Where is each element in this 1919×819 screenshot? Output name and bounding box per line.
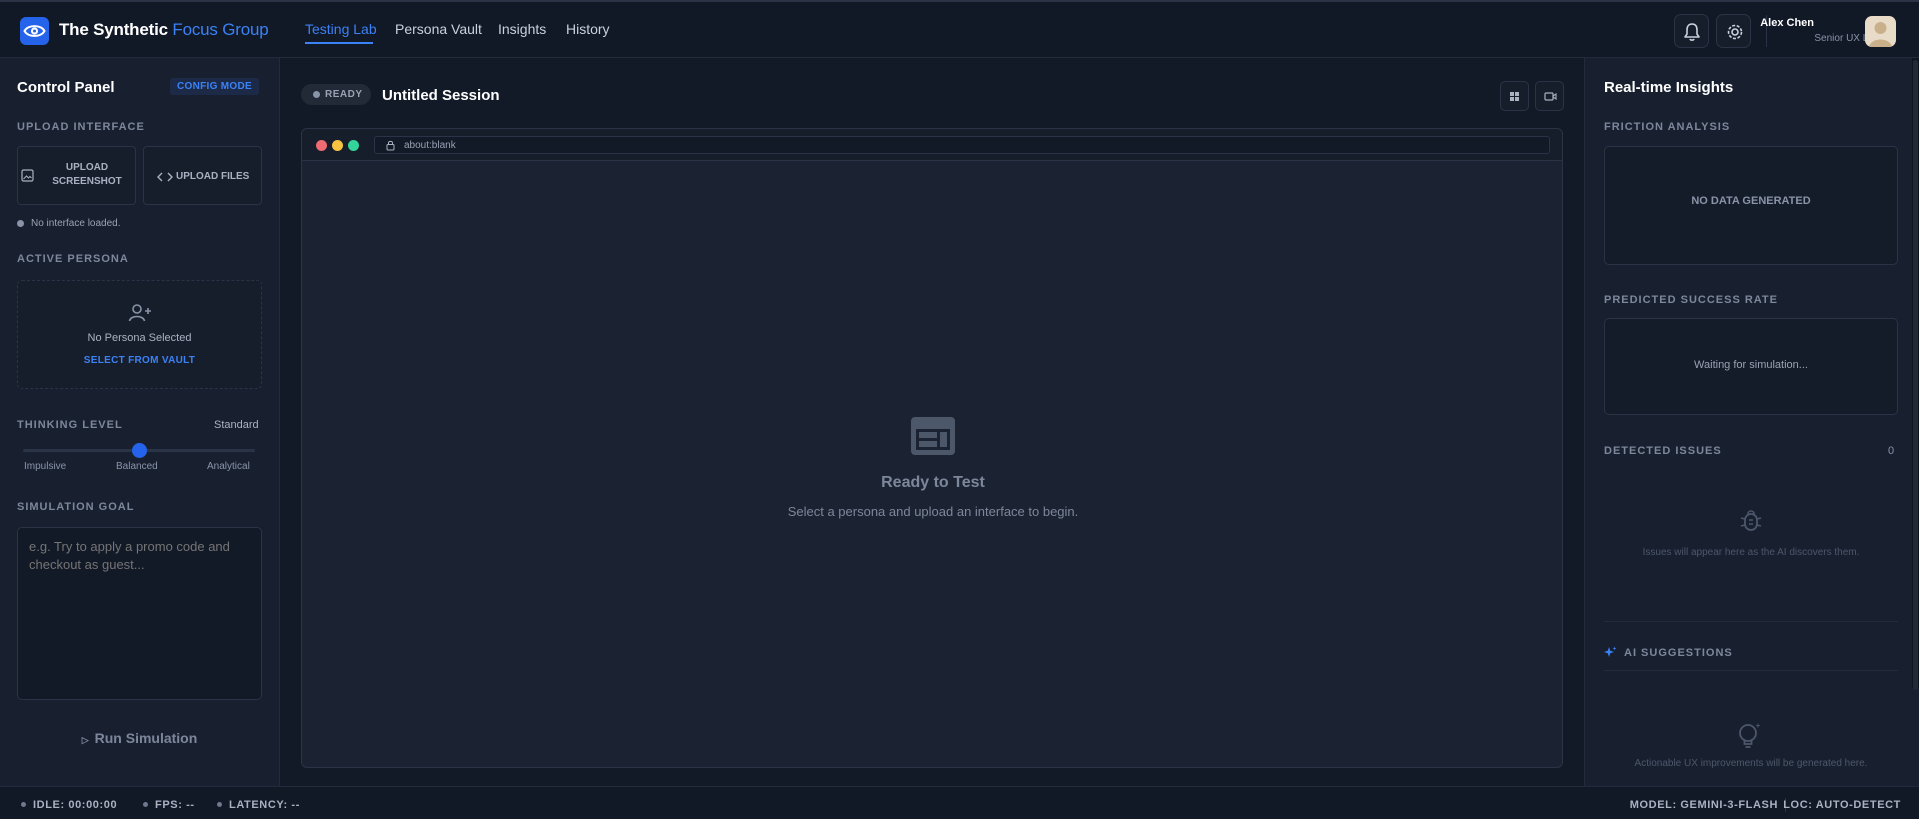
control-panel: Control Panel CONFIG MODE UPLOAD INTERFA…	[0, 58, 280, 786]
lock-icon	[386, 140, 395, 151]
ai-suggestions-label: AI SUGGESTIONS	[1624, 647, 1733, 659]
select-from-vault-link[interactable]: SELECT FROM VAULT	[18, 355, 261, 366]
video-icon	[1544, 92, 1557, 101]
app-title: The Synthetic Focus Group	[59, 20, 269, 40]
upload-files-button[interactable]: UPLOAD FILES	[143, 146, 262, 205]
url-bar[interactable]: about:blank	[374, 136, 1550, 154]
issues-count: 0	[1888, 445, 1895, 457]
upload-status-text: No interface loaded.	[31, 218, 121, 229]
thinking-option-balanced: Balanced	[116, 461, 158, 472]
status-dot	[21, 802, 26, 807]
tab-testing-lab[interactable]: Testing Lab	[305, 21, 377, 37]
tab-insights[interactable]: Insights	[498, 21, 546, 37]
app-title-accent: Focus Group	[172, 20, 269, 39]
friction-analysis-card: NO DATA GENERATED	[1604, 146, 1898, 265]
image-icon	[21, 169, 34, 182]
status-dot	[143, 802, 148, 807]
url-text: about:blank	[404, 140, 456, 151]
minimize-window-dot	[332, 140, 343, 151]
success-empty-text: Waiting for simulation...	[1694, 359, 1808, 371]
detected-issues-label: DETECTED ISSUES	[1604, 445, 1722, 457]
empty-state-title: Ready to Test	[881, 474, 985, 491]
empty-state-subtitle: Select a persona and upload an interface…	[787, 504, 1079, 519]
upload-screenshot-label: UPLOAD SCREENSHOT	[52, 162, 122, 187]
issues-empty-text: Issues will appear here as the AI discov…	[1642, 547, 1860, 558]
fps-readout: FPS: --	[155, 799, 195, 811]
status-badge: READY	[301, 84, 371, 105]
session-title[interactable]: Untitled Session	[382, 87, 500, 104]
success-rate-label: PREDICTED SUCCESS RATE	[1604, 294, 1778, 306]
record-button[interactable]	[1535, 81, 1564, 111]
thinking-level-label: THINKING LEVEL	[17, 419, 123, 431]
browser-toolbar: about:blank	[302, 129, 1562, 161]
config-mode-badge: CONFIG MODE	[170, 78, 259, 95]
run-simulation-button[interactable]: ▷ Run Simulation	[17, 722, 262, 754]
upload-files-label: UPLOAD FILES	[176, 171, 250, 182]
upload-screenshot-button[interactable]: UPLOAD SCREENSHOT	[17, 146, 136, 205]
latency-readout: LATENCY: --	[229, 799, 300, 811]
top-bar: The Synthetic Focus Group Testing Lab Pe…	[0, 0, 1919, 58]
tab-persona-vault[interactable]: Persona Vault	[395, 21, 482, 37]
persona-card: No Persona Selected SELECT FROM VAULT	[17, 280, 262, 389]
app-title-main: The Synthetic	[59, 20, 168, 39]
idle-timer: IDLE: 00:00:00	[33, 799, 118, 811]
persona-status-text: No Persona Selected	[87, 332, 192, 344]
friction-empty-text: NO DATA GENERATED	[1691, 195, 1811, 207]
eye-icon[interactable]	[20, 17, 49, 45]
model-readout: MODEL: GEMINI-3-FLASH	[1629, 799, 1778, 811]
thinking-option-impulsive: Impulsive	[24, 461, 67, 472]
web-layout-icon	[911, 417, 955, 455]
simulation-goal-input[interactable]	[17, 527, 262, 700]
success-rate-card: Waiting for simulation...	[1604, 318, 1898, 415]
play-icon: ▷	[81, 735, 89, 745]
run-simulation-label: Run Simulation	[94, 730, 198, 746]
persona-section-label: ACTIVE PERSONA	[17, 253, 129, 265]
location-readout: LOC: AUTO-DETECT	[1783, 799, 1901, 811]
status-dot	[217, 802, 222, 807]
user-name: Alex Chen	[1760, 17, 1814, 29]
bug-icon	[1740, 510, 1762, 531]
upload-status-dot	[17, 220, 24, 227]
insights-title: Real-time Insights	[1604, 79, 1734, 96]
upload-section-label: UPLOAD INTERFACE	[17, 121, 145, 133]
suggestions-empty-text: Actionable UX improvements will be gener…	[1634, 758, 1868, 769]
grid-icon	[1510, 92, 1519, 101]
status-dot	[313, 91, 320, 98]
sparkle-icon	[1604, 646, 1617, 657]
settings-button[interactable]	[1716, 14, 1751, 48]
close-window-dot	[316, 140, 327, 151]
section-divider	[1604, 621, 1898, 622]
tab-history[interactable]: History	[566, 21, 610, 37]
friction-analysis-label: FRICTION ANALYSIS	[1604, 121, 1731, 133]
section-divider	[1604, 670, 1898, 671]
avatar[interactable]	[1865, 16, 1896, 47]
add-user-icon	[128, 304, 151, 322]
thinking-level-slider-thumb[interactable]	[132, 443, 147, 458]
control-panel-title: Control Panel	[17, 79, 115, 96]
browser-preview: about:blank Ready to Test Select a perso…	[301, 128, 1563, 768]
status-bar: IDLE: 00:00:00 FPS: -- LATENCY: -- MODEL…	[0, 786, 1919, 819]
lightbulb-icon	[1739, 723, 1761, 748]
status-text: READY	[325, 89, 363, 100]
grid-view-button[interactable]	[1500, 81, 1529, 111]
thinking-option-analytical: Analytical	[207, 461, 250, 472]
scrollbar-thumb[interactable]	[1913, 60, 1918, 690]
insights-panel: Real-time Insights FRICTION ANALYSIS NO …	[1584, 58, 1919, 786]
active-tab-indicator	[305, 42, 373, 44]
thinking-level-value: Standard	[214, 419, 259, 431]
bell-icon	[1684, 23, 1700, 41]
notifications-button[interactable]	[1674, 14, 1709, 48]
gear-icon	[1727, 24, 1743, 40]
simulation-goal-label: SIMULATION GOAL	[17, 501, 135, 513]
session-area: READY Untitled Session about:blank Ready…	[280, 58, 1584, 786]
maximize-window-dot	[348, 140, 359, 151]
code-icon	[157, 172, 173, 182]
